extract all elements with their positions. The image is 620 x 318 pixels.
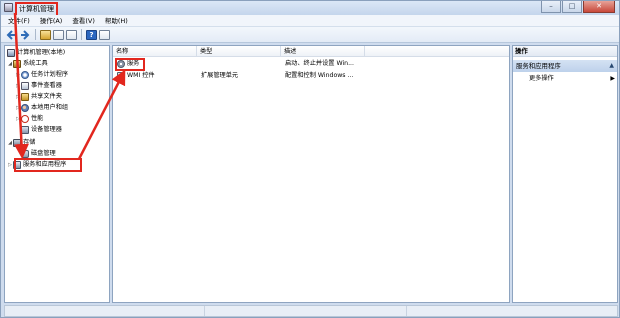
tree-item-label: 性能 (31, 115, 44, 122)
tree-item-device-manager[interactable]: 设备管理器 (21, 125, 62, 135)
computer-management-icon (4, 3, 13, 12)
column-header: 名称 类型 描述 (113, 46, 509, 57)
window-controls: – □ ✕ (541, 1, 615, 13)
toolbox-icon (13, 60, 21, 68)
menu-view[interactable]: 查看(V) (67, 15, 100, 27)
list-item-wmi[interactable]: WMI 控件 扩展管理单元 配置和控制 Windows ... (113, 71, 509, 81)
toolbar-separator (81, 29, 82, 40)
column-description[interactable]: 描述 (281, 46, 365, 57)
computer-management-window: 计算机管理 – □ ✕ 文件(F) 操作(A) 查看(V) 帮助(H) ? 计算 (0, 0, 620, 318)
submenu-arrow-icon: ▶ (610, 75, 615, 82)
tree-item-event-viewer[interactable]: ▷ 事件查看器 (15, 81, 62, 91)
event-log-icon (21, 82, 29, 90)
tree-item-label: 设备管理器 (31, 126, 62, 133)
title-bar[interactable]: 计算机管理 – □ ✕ (1, 1, 619, 17)
action-section-services-apps[interactable]: 服务和应用程序 ▲ (513, 60, 617, 72)
item-type: 扩展管理单元 (201, 72, 239, 79)
status-segment (5, 306, 205, 316)
menu-bar: 文件(F) 操作(A) 查看(V) 帮助(H) (1, 15, 619, 27)
console-tree: 计算机管理(本地) ◢ 系统工具 ▷ 任务计划程序 ▷ 事件查看器 ▷ 共享文件… (4, 45, 110, 303)
collapse-up-icon[interactable]: ▲ (609, 60, 614, 72)
shared-folder-icon (21, 93, 29, 101)
properties-icon[interactable] (66, 29, 77, 40)
performance-icon (21, 115, 29, 123)
tree-item-root[interactable]: 计算机管理(本地) (7, 48, 65, 58)
item-description: 启动、终止并设置 Win... (285, 60, 354, 67)
menu-action[interactable]: 操作(A) (35, 15, 68, 27)
users-icon (21, 104, 29, 112)
column-type[interactable]: 类型 (197, 46, 281, 57)
tree-item-label: 共享文件夹 (31, 93, 62, 100)
action-pane: 操作 服务和应用程序 ▲ 更多操作 ▶ (512, 45, 618, 303)
highlight-box (14, 158, 82, 172)
menu-help[interactable]: 帮助(H) (100, 15, 133, 27)
clock-icon (21, 71, 29, 79)
column-name[interactable]: 名称 (113, 46, 197, 57)
wmi-icon (117, 72, 125, 80)
more-actions-label: 更多操作 (529, 75, 554, 82)
tree-item-label: 计算机管理(本地) (17, 49, 66, 56)
up-folder-icon[interactable] (40, 29, 51, 40)
item-name: WMI 控件 (127, 72, 155, 79)
minimize-button[interactable]: – (541, 1, 561, 13)
tree-item-shared-folders[interactable]: ▷ 共享文件夹 (15, 92, 62, 102)
item-description: 配置和控制 Windows ... (285, 72, 354, 79)
name-cell: WMI 控件 (117, 71, 155, 81)
maximize-button[interactable]: □ (562, 1, 582, 13)
toolbar-separator (35, 29, 36, 40)
tree-item-local-users[interactable]: ▷ 本地用户和组 (15, 103, 68, 113)
tree-item-label: 系统工具 (23, 60, 48, 67)
forward-icon[interactable] (19, 29, 31, 41)
status-segment (207, 306, 407, 316)
tree-item-label: 存储 (23, 139, 36, 146)
close-button[interactable]: ✕ (583, 1, 615, 13)
storage-icon (13, 139, 21, 147)
action-section-label: 服务和应用程序 (516, 62, 561, 70)
tree-item-system-tools[interactable]: ◢ 系统工具 (7, 59, 48, 69)
menu-file[interactable]: 文件(F) (3, 15, 35, 27)
toolbar: ? (1, 27, 619, 43)
help-icon[interactable]: ? (86, 29, 97, 40)
show-hide-tree-icon[interactable] (53, 29, 64, 40)
disk-icon (21, 150, 29, 158)
tree-item-task-scheduler[interactable]: ▷ 任务计划程序 (15, 70, 68, 80)
tree-item-storage[interactable]: ◢ 存储 (7, 138, 35, 148)
tree-item-performance[interactable]: ▷ 性能 (15, 114, 43, 124)
tree-item-label: 任务计划程序 (31, 71, 69, 78)
status-bar (4, 305, 618, 317)
device-manager-icon (21, 126, 29, 134)
results-list: 名称 类型 描述 服务 启动、终止并设置 Win... WMI 控件 扩展管理单… (112, 45, 510, 303)
action-pane-title: 操作 (513, 46, 617, 57)
console-icon[interactable] (99, 29, 110, 40)
tree-item-label: 事件查看器 (31, 82, 62, 89)
back-icon[interactable] (5, 29, 17, 41)
list-item-services[interactable]: 服务 启动、终止并设置 Win... (113, 59, 509, 69)
highlight-box (115, 58, 145, 71)
computer-icon (7, 49, 15, 57)
more-actions-item[interactable]: 更多操作 ▶ (529, 74, 617, 84)
tree-item-label: 本地用户和组 (31, 104, 69, 111)
